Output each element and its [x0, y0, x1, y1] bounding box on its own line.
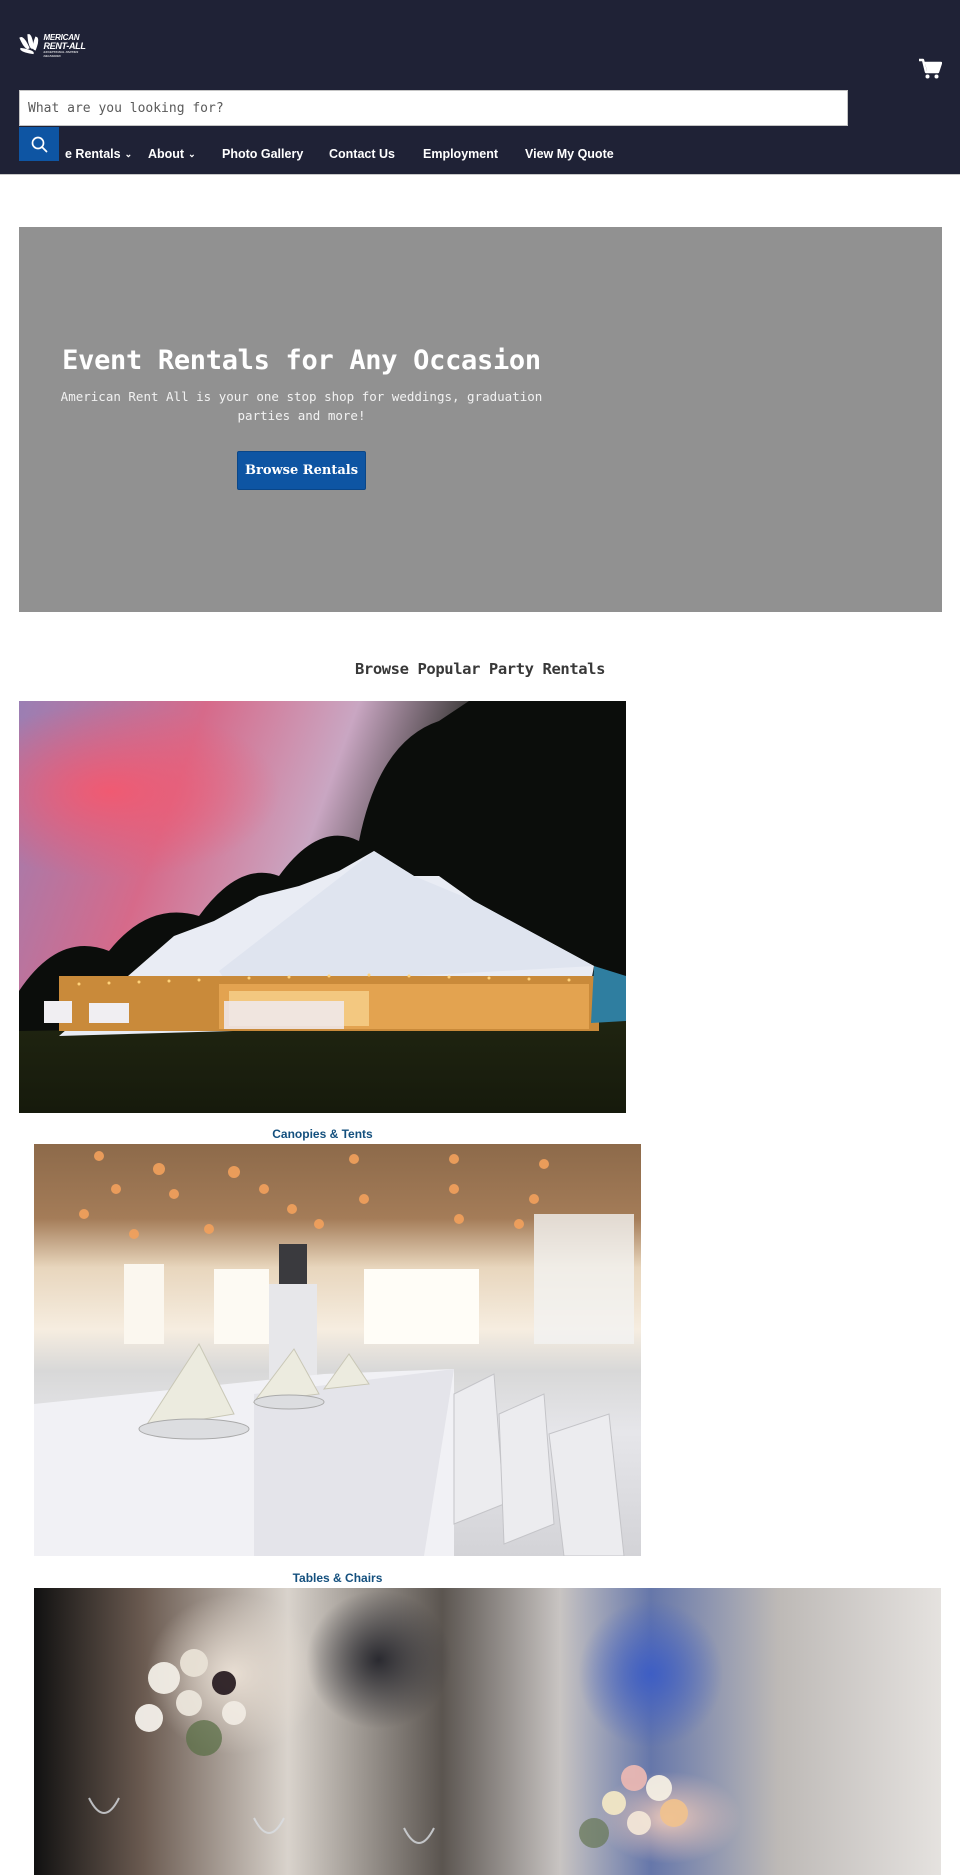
chevron-down-icon: ⌄	[188, 149, 196, 159]
hero-title: Event Rentals for Any Occasion	[62, 345, 541, 376]
hero-subtitle: American Rent All is your one stop shop …	[60, 389, 543, 423]
cart-button[interactable]	[918, 58, 943, 80]
logo-tagline: EXCEPTIONAL PARTIES DELIVERED	[43, 50, 79, 58]
nav-label: About	[148, 147, 185, 161]
reception-centerpieces-image[interactable]	[34, 1588, 941, 1875]
main-nav: e Rentals ⌄ About ⌄ Photo Gallery Contact …	[0, 142, 960, 166]
search-icon	[31, 136, 47, 152]
nav-label: e Rentals	[65, 147, 121, 161]
logo-line-2: RENT-ALL	[43, 41, 86, 51]
tables-chairs-image[interactable]	[34, 1144, 641, 1556]
canopies-tents-image[interactable]	[19, 701, 626, 1113]
nav-label: Photo Gallery	[222, 147, 304, 161]
nav-label: Contact Us	[329, 147, 395, 161]
search-input[interactable]	[20, 91, 847, 125]
logo[interactable]: MERICAN RENT-ALL EXCEPTIONAL PARTIES DEL…	[19, 32, 95, 60]
nav-item-about[interactable]: About ⌄	[148, 142, 196, 167]
chevron-down-icon: ⌄	[124, 149, 133, 159]
nav-item-browse-rentals[interactable]: e Rentals ⌄	[65, 142, 132, 167]
nav-item-view-my-quote[interactable]: View My Quote	[525, 142, 614, 166]
nav-item-contact-us[interactable]: Contact Us	[329, 142, 395, 166]
search-button[interactable]	[19, 127, 59, 161]
search-field[interactable]	[19, 90, 848, 126]
tent-illustration	[19, 701, 626, 1036]
nav-item-photo-gallery[interactable]: Photo Gallery	[222, 142, 303, 166]
popular-rentals-heading: Browse Popular Party Rentals	[354, 660, 606, 678]
reception-illustration	[88, 1649, 688, 1848]
nav-item-employment[interactable]: Employment	[423, 142, 498, 166]
browse-rentals-button[interactable]: Browse Rentals	[237, 451, 366, 490]
banquet-table-illustration	[34, 1151, 634, 1556]
site-header: MERICAN RENT-ALL EXCEPTIONAL PARTIES DEL…	[0, 0, 960, 175]
nav-label: Employment	[423, 147, 499, 161]
logo-text: MERICAN RENT-ALL EXCEPTIONAL PARTIES DEL…	[43, 34, 95, 59]
canopies-tents-link[interactable]: Canopies & Tents	[19, 1127, 626, 1141]
tables-chairs-link[interactable]: Tables & Chairs	[34, 1571, 641, 1585]
nav-label: View My Quote	[525, 147, 614, 161]
hero-banner: Event Rentals for Any Occasion American …	[19, 227, 942, 612]
cart-icon	[919, 58, 943, 79]
logo-leaf-icon	[19, 33, 41, 58]
